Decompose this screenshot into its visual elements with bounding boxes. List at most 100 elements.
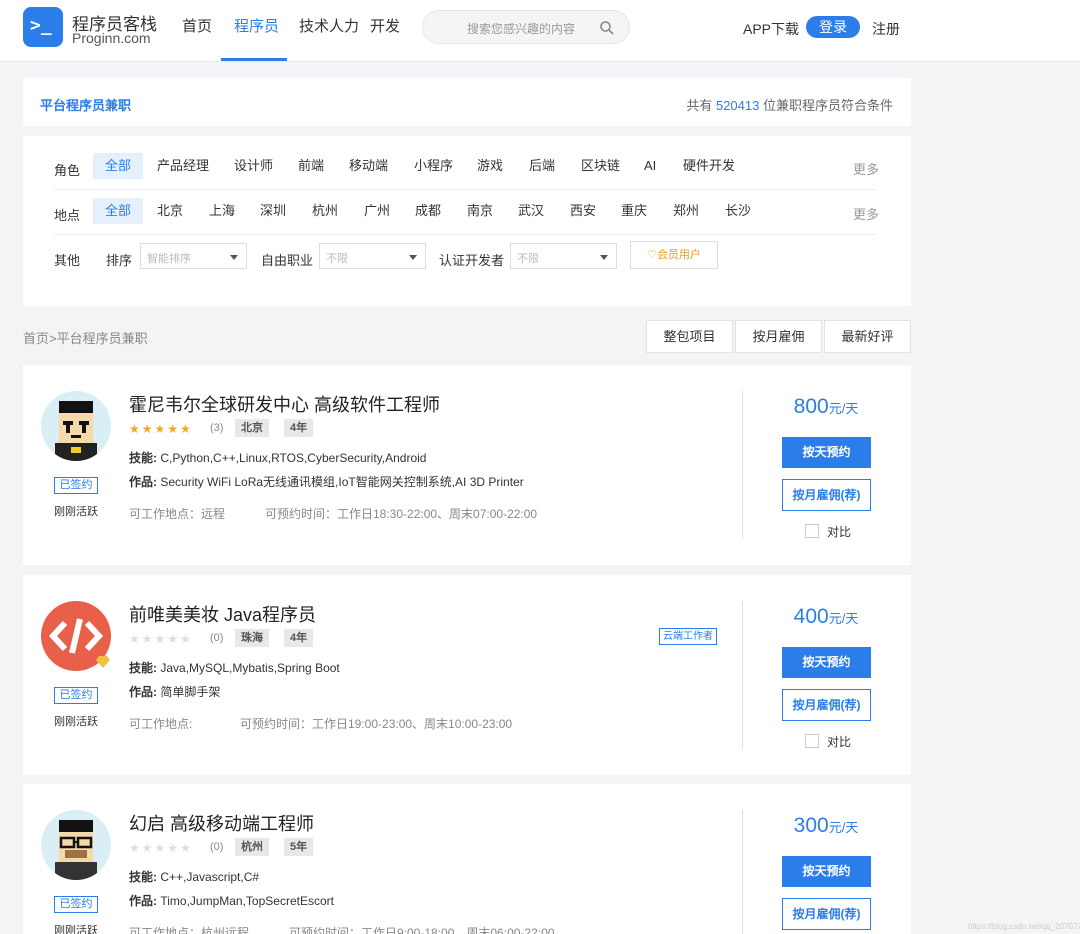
freelance-select[interactable]: 不限 bbox=[319, 243, 426, 269]
nav-home[interactable]: 首页 bbox=[182, 15, 212, 62]
location-option[interactable]: 上海 bbox=[197, 198, 247, 224]
logo-text-en[interactable]: Proginn.com bbox=[72, 30, 151, 46]
sort-latest-review-button[interactable]: 最新好评 bbox=[824, 320, 911, 353]
city-tag: 珠海 bbox=[235, 629, 269, 647]
result-count-number: 520413 bbox=[715, 98, 760, 113]
role-option[interactable]: 产品经理 bbox=[145, 153, 221, 179]
location-option[interactable]: 全部 bbox=[93, 198, 144, 224]
city-tag: 杭州 bbox=[235, 838, 269, 856]
app-download-link[interactable]: APP下载 bbox=[743, 19, 799, 39]
rating-stars: ★★★★★ bbox=[129, 422, 193, 436]
activity-status: 刚刚活跃 bbox=[54, 506, 98, 518]
skills-line: 技能: C,Python,C++,Linux,RTOS,CyberSecurit… bbox=[129, 451, 427, 465]
sort-label: 排序 bbox=[106, 253, 133, 268]
skills-line: 技能: Java,MySQL,Mybatis,Spring Boot bbox=[129, 661, 340, 675]
filter-divider bbox=[54, 189, 876, 190]
developer-name[interactable]: 霍尼韦尔全球研发中心 高级软件工程师 bbox=[129, 391, 440, 417]
role-option[interactable]: 全部 bbox=[93, 153, 144, 179]
logo-icon[interactable]: >_ bbox=[23, 7, 63, 47]
rating-count: (3) bbox=[210, 422, 224, 434]
sort-select[interactable]: 智能排序 bbox=[140, 243, 247, 269]
work-place: 可工作地点：远程 bbox=[129, 507, 226, 521]
developer-name[interactable]: 幻启 高级移动端工程师 bbox=[129, 810, 314, 836]
works-line: 作品: Security WiFi LoRa无线通讯模组,IoT智能网关控制系统… bbox=[129, 475, 524, 489]
card-divider bbox=[742, 391, 743, 539]
breadcrumb[interactable]: 首页>平台程序员兼职 bbox=[23, 328, 148, 347]
book-daily-button[interactable]: 按天预约 bbox=[782, 647, 871, 678]
role-option[interactable]: 硬件开发 bbox=[671, 153, 747, 179]
compare-checkbox[interactable] bbox=[805, 734, 819, 748]
other-filter-label: 其他 bbox=[54, 253, 81, 268]
pixel-glasses-avatar-icon bbox=[41, 810, 111, 880]
developer-name[interactable]: 前唯美美妆 Java程序员 bbox=[129, 601, 316, 627]
location-option[interactable]: 武汉 bbox=[506, 198, 556, 224]
role-option[interactable]: 小程序 bbox=[402, 153, 465, 179]
certified-select[interactable]: 不限 bbox=[510, 243, 617, 269]
nav-develop[interactable]: 开发 bbox=[370, 15, 400, 62]
location-option[interactable]: 深圳 bbox=[248, 198, 298, 224]
compare-label[interactable]: 对比 bbox=[827, 523, 851, 540]
member-filter-button[interactable]: ♡会员用户 bbox=[630, 241, 718, 269]
nav-tech-staffing[interactable]: 技术人力 bbox=[299, 15, 359, 62]
page-title-bar: 平台程序员兼职 共有 520413 位兼职程序员符合条件 bbox=[23, 78, 911, 126]
location-more-link[interactable]: 更多 bbox=[853, 204, 879, 223]
role-option[interactable]: 移动端 bbox=[337, 153, 400, 179]
location-option[interactable]: 西安 bbox=[558, 198, 608, 224]
works-line: 作品: 简单脚手架 bbox=[129, 685, 221, 699]
activity-status: 刚刚活跃 bbox=[54, 716, 98, 728]
search-input[interactable]: 搜索您感兴趣的内容 bbox=[422, 10, 630, 44]
compare-checkbox[interactable] bbox=[805, 524, 819, 538]
location-filter-row: 地点 全部 北京 上海 深圳 杭州 广州 成都 南京 武汉 西安 重庆 郑州 长… bbox=[23, 198, 911, 228]
location-option[interactable]: 南京 bbox=[455, 198, 505, 224]
skills-line: 技能: C++,Javascript,C# bbox=[129, 870, 260, 884]
login-button[interactable]: 登录 bbox=[806, 16, 860, 38]
years-tag: 5年 bbox=[284, 838, 314, 856]
role-option[interactable]: 前端 bbox=[286, 153, 336, 179]
vip-diamond-icon bbox=[96, 656, 110, 668]
price: 300元/天 bbox=[793, 814, 859, 837]
location-option[interactable]: 成都 bbox=[403, 198, 453, 224]
developer-card[interactable]: 已签约 刚刚活跃 霍尼韦尔全球研发中心 高级软件工程师 ★★★★★ (3) 北京… bbox=[23, 365, 911, 565]
activity-status: 刚刚活跃 bbox=[54, 925, 98, 934]
hire-monthly-button[interactable]: 按月雇佣(荐) bbox=[782, 689, 871, 721]
available-time: 可预约时间：工作日18:30-22:00、周末07:00-22:00 bbox=[265, 507, 538, 521]
role-option[interactable]: 设计师 bbox=[222, 153, 285, 179]
location-option[interactable]: 北京 bbox=[145, 198, 195, 224]
developer-card[interactable]: 已签约 刚刚活跃 前唯美美妆 Java程序员 ★★★★★ (0) 珠海 4年 云… bbox=[23, 575, 911, 775]
rating-count: (0) bbox=[210, 632, 224, 644]
role-filter-row: 角色 全部 产品经理 设计师 前端 移动端 小程序 游戏 后端 区块链 AI 硬… bbox=[23, 153, 911, 183]
city-tag: 北京 bbox=[235, 419, 269, 437]
register-link[interactable]: 注册 bbox=[872, 19, 900, 39]
hire-monthly-button[interactable]: 按月雇佣(荐) bbox=[782, 898, 871, 930]
sort-monthly-button[interactable]: 按月雇佣 bbox=[735, 320, 822, 353]
signed-badge: 已签约 bbox=[54, 477, 98, 494]
signed-badge: 已签约 bbox=[54, 896, 98, 913]
book-daily-button[interactable]: 按天预约 bbox=[782, 437, 871, 468]
sort-package-button[interactable]: 整包项目 bbox=[646, 320, 733, 353]
filter-panel: 角色 全部 产品经理 设计师 前端 移动端 小程序 游戏 后端 区块链 AI 硬… bbox=[23, 136, 911, 306]
location-option[interactable]: 重庆 bbox=[609, 198, 659, 224]
card-divider bbox=[742, 601, 743, 749]
role-more-link[interactable]: 更多 bbox=[853, 159, 879, 178]
compare-label[interactable]: 对比 bbox=[827, 733, 851, 750]
role-option[interactable]: 游戏 bbox=[465, 153, 515, 179]
role-option[interactable]: AI bbox=[632, 153, 668, 179]
developer-card[interactable]: 已签约 刚刚活跃 幻启 高级移动端工程师 ★★★★★ (0) 杭州 5年 技能:… bbox=[23, 784, 911, 934]
search-icon[interactable] bbox=[599, 20, 615, 36]
page-title: 平台程序员兼职 bbox=[40, 98, 132, 113]
hire-monthly-button[interactable]: 按月雇佣(荐) bbox=[782, 479, 871, 511]
location-option[interactable]: 广州 bbox=[352, 198, 402, 224]
avatar[interactable] bbox=[41, 391, 111, 461]
signed-badge: 已签约 bbox=[54, 687, 98, 704]
years-tag: 4年 bbox=[284, 629, 314, 647]
location-option[interactable]: 长沙 bbox=[713, 198, 763, 224]
book-daily-button[interactable]: 按天预约 bbox=[782, 856, 871, 887]
chevron-down-icon bbox=[230, 255, 238, 260]
location-option[interactable]: 杭州 bbox=[300, 198, 350, 224]
role-option[interactable]: 区块链 bbox=[569, 153, 632, 179]
role-option[interactable]: 后端 bbox=[517, 153, 567, 179]
nav-programmers[interactable]: 程序员 bbox=[234, 15, 279, 62]
avatar[interactable] bbox=[41, 810, 111, 880]
location-option[interactable]: 郑州 bbox=[661, 198, 711, 224]
chevron-down-icon bbox=[409, 255, 417, 260]
